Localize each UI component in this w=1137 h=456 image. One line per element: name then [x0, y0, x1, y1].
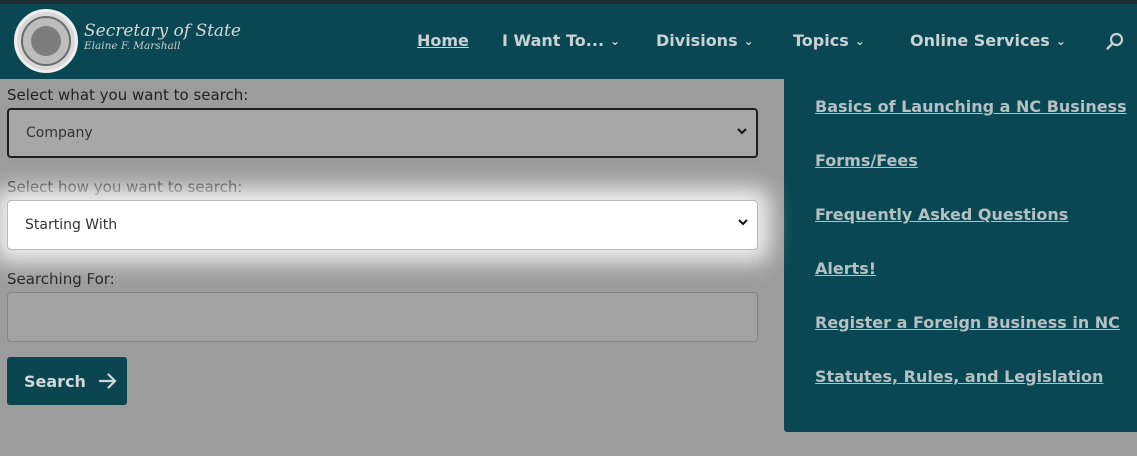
nav-divisions[interactable]: Divisions ⌄ — [656, 31, 754, 52]
arrow-right-icon — [98, 373, 117, 389]
brand-subtitle: Elaine F. Marshall — [84, 40, 181, 52]
state-seal-logo[interactable] — [14, 9, 78, 73]
menu-item-statutes-rules-legislation[interactable]: Statutes, Rules, and Legislation — [815, 367, 1103, 386]
nav-topics-label: Topics — [793, 31, 849, 50]
search-method-select[interactable]: Starting With — [7, 200, 758, 250]
select-what-label: Select what you want to search: — [7, 86, 249, 104]
nav-divisions-label: Divisions — [656, 31, 738, 50]
searching-for-label: Searching For: — [7, 270, 115, 288]
nav-i-want-to[interactable]: I Want To... ⌄ — [502, 31, 620, 52]
select-how-label: Select how you want to search: — [7, 178, 243, 196]
menu-item-basics-launching-business[interactable]: Basics of Launching a NC Business — [815, 97, 1127, 116]
chevron-down-icon: ⌄ — [1055, 34, 1066, 48]
menu-item-register-foreign-business[interactable]: Register a Foreign Business in NC — [815, 313, 1120, 332]
site-header: Secretary of State Elaine F. Marshall Ho… — [0, 4, 1137, 79]
online-services-dropdown-menu: Basics of Launching a NC Business Forms/… — [784, 79, 1137, 432]
search-button[interactable]: Search — [7, 357, 127, 405]
nav-online-services-label: Online Services — [910, 31, 1050, 50]
chevron-down-icon: ⌄ — [743, 34, 754, 48]
search-icon[interactable] — [1105, 32, 1125, 52]
nav-home-label: Home — [417, 31, 469, 50]
menu-item-alerts[interactable]: Alerts! — [815, 259, 876, 278]
chevron-down-icon — [737, 128, 747, 135]
search-button-label: Search — [24, 371, 86, 391]
menu-item-faq[interactable]: Frequently Asked Questions — [815, 205, 1068, 224]
nav-topics[interactable]: Topics ⌄ — [793, 31, 865, 52]
searching-for-input[interactable] — [7, 292, 758, 342]
search-type-value: Company — [26, 125, 93, 141]
search-type-select[interactable]: Company — [7, 108, 758, 158]
brand-title[interactable]: Secretary of State — [84, 22, 241, 40]
nav-online-services[interactable]: Online Services ⌄ — [910, 31, 1066, 52]
chevron-down-icon — [738, 219, 748, 226]
nav-i-want-to-label: I Want To... — [502, 31, 605, 50]
nav-home-link[interactable]: Home — [417, 31, 469, 51]
search-method-value: Starting With — [25, 217, 118, 233]
chevron-down-icon: ⌄ — [610, 34, 621, 48]
menu-item-forms-fees[interactable]: Forms/Fees — [815, 151, 918, 170]
chevron-down-icon: ⌄ — [854, 34, 865, 48]
